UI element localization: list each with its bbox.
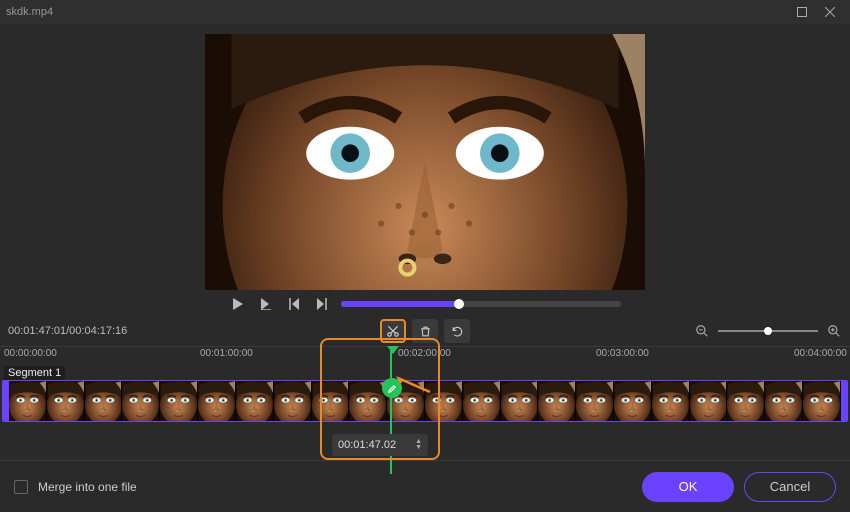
play-button[interactable] [229,295,247,313]
next-frame-button[interactable] [313,295,331,313]
zoom-out-button[interactable] [694,323,710,339]
prev-frame-button[interactable] [285,295,303,313]
titlebar: skdk.mp4 [0,0,850,24]
maximize-button[interactable] [788,2,816,22]
timeline-thumbnail[interactable] [160,381,198,421]
ruler-tick: 00:03:00:00 [596,348,649,359]
timeline-thumbnail[interactable] [236,381,274,421]
ruler-tick: 00:00:00:00 [4,348,57,359]
timeline-thumbnail[interactable] [198,381,236,421]
ok-button[interactable]: OK [642,472,734,502]
timecode-input-value: 00:01:47.02 [338,439,396,451]
merge-label: Merge into one file [38,480,137,494]
timeline: Segment 1 00:01:47.02 ▲ ▼ [0,364,850,428]
timeline-thumbnail[interactable] [576,381,614,421]
segment-label: Segment 1 [4,366,65,380]
undo-button[interactable] [444,319,470,343]
progress-fill [341,301,459,307]
timeline-thumbnail[interactable] [274,381,312,421]
window-title: skdk.mp4 [6,6,53,18]
timeline-thumbnail[interactable] [122,381,160,421]
delete-button[interactable] [412,319,438,343]
play-segment-button[interactable] [257,295,275,313]
timeline-thumbnail[interactable] [727,381,765,421]
ruler-tick: 00:04:00:00 [794,348,847,359]
playback-controls [0,292,850,316]
progress-bar[interactable] [341,301,621,307]
timeline-thumbnail[interactable] [690,381,728,421]
zoom-controls [694,323,842,339]
timeline-thumbnail[interactable] [9,381,47,421]
timeline-thumbnail[interactable] [614,381,652,421]
footer: Merge into one file OK Cancel [0,460,850,512]
ruler-tick: 00:01:00:00 [200,348,253,359]
progress-knob[interactable] [454,299,464,309]
ruler-tick: 00:02:00:00 [398,348,451,359]
timeline-thumbnail[interactable] [312,381,350,421]
cut-button[interactable] [380,319,406,343]
video-preview[interactable] [205,34,645,290]
timeline-thumbnail[interactable] [652,381,690,421]
close-button[interactable] [816,2,844,22]
timeline-thumbnail[interactable] [538,381,576,421]
zoom-slider[interactable] [718,330,818,332]
timecode-input[interactable]: 00:01:47.02 ▲ ▼ [332,434,428,456]
preview-area [0,24,850,296]
annotation-arrow-icon [396,376,436,396]
timecode-display: 00:01:47:01/00:04:17:16 [8,325,127,337]
timeline-thumbnail[interactable] [765,381,803,421]
timeline-thumbnail[interactable] [47,381,85,421]
timeline-thumbnail[interactable] [463,381,501,421]
timecode-stepper[interactable]: ▲ ▼ [415,439,422,451]
timeline-thumbnail[interactable] [501,381,539,421]
timeline-thumbnail[interactable] [85,381,123,421]
toolbar-row: 00:01:47:01/00:04:17:16 [0,316,850,346]
cancel-button[interactable]: Cancel [744,472,836,502]
timeline-thumbnail[interactable] [803,381,841,421]
zoom-in-button[interactable] [826,323,842,339]
merge-checkbox[interactable] [14,480,28,494]
time-ruler[interactable]: 00:00:00:00 00:01:00:00 00:02:00:00 00:03:0… [0,346,850,362]
stepper-down-icon[interactable]: ▼ [415,445,422,451]
zoom-slider-knob[interactable] [764,327,772,335]
trim-handle-right[interactable] [841,381,847,421]
